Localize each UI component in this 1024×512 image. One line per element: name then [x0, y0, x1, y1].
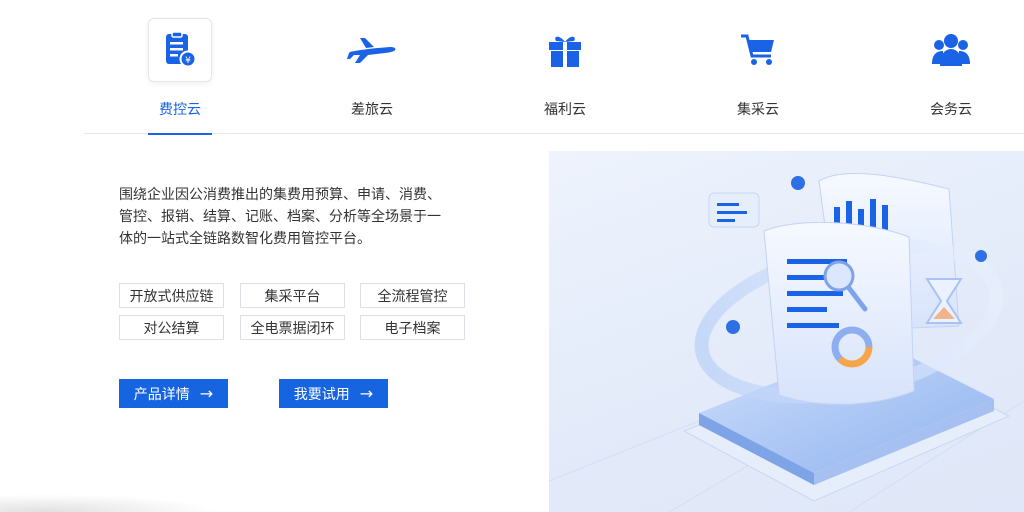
feature-tag: 全流程管控 [360, 283, 465, 308]
tab-expense-cloud[interactable]: ¥ 费控云 [125, 0, 235, 135]
try-now-button[interactable]: 我要试用 → [279, 379, 388, 408]
feature-tag: 全电票据闭环 [240, 315, 345, 340]
button-label: 产品详情 [133, 386, 190, 403]
tab-label: 费控云 [159, 102, 201, 118]
tab-label: 福利云 [544, 102, 586, 118]
product-details-button[interactable]: 产品详情 → [119, 379, 228, 408]
button-label: 我要试用 [293, 386, 350, 403]
gift-icon [533, 18, 597, 82]
shopping-cart-icon [726, 18, 790, 82]
tab-travel-cloud[interactable]: 差旅云 [317, 0, 427, 134]
page: ¥ 费控云 差旅云 福利云 集采云 会务云 围绕企业因公消费推出的集费用预算、申… [0, 0, 1024, 512]
tab-procurement-cloud[interactable]: 集采云 [703, 0, 813, 134]
tab-benefit-cloud[interactable]: 福利云 [510, 0, 620, 134]
feature-tag: 对公结算 [119, 315, 224, 340]
feature-tag: 开放式供应链 [119, 283, 224, 308]
airplane-icon [340, 18, 404, 82]
tab-label: 集采云 [737, 102, 779, 118]
arrow-right-icon: → [199, 383, 214, 403]
group-icon [919, 18, 983, 82]
product-description: 围绕企业因公消费推出的集费用预算、申请、消费、管控、报销、结算、记账、档案、分析… [119, 187, 441, 247]
product-tabs: ¥ 费控云 差旅云 福利云 集采云 会务云 [84, 0, 1024, 135]
tab-label: 差旅云 [351, 102, 393, 118]
product-illustration [549, 151, 1024, 512]
tab-label: 会务云 [930, 102, 972, 118]
active-tab-underline [148, 133, 212, 135]
expense-doc-icon: ¥ [148, 18, 212, 82]
bottom-shadow [0, 494, 220, 512]
feature-tag: 电子档案 [360, 315, 465, 340]
feature-tag: 集采平台 [240, 283, 345, 308]
arrow-right-icon: → [359, 383, 374, 403]
svg-text:¥: ¥ [185, 56, 191, 66]
tab-meeting-cloud[interactable]: 会务云 [896, 0, 1006, 134]
